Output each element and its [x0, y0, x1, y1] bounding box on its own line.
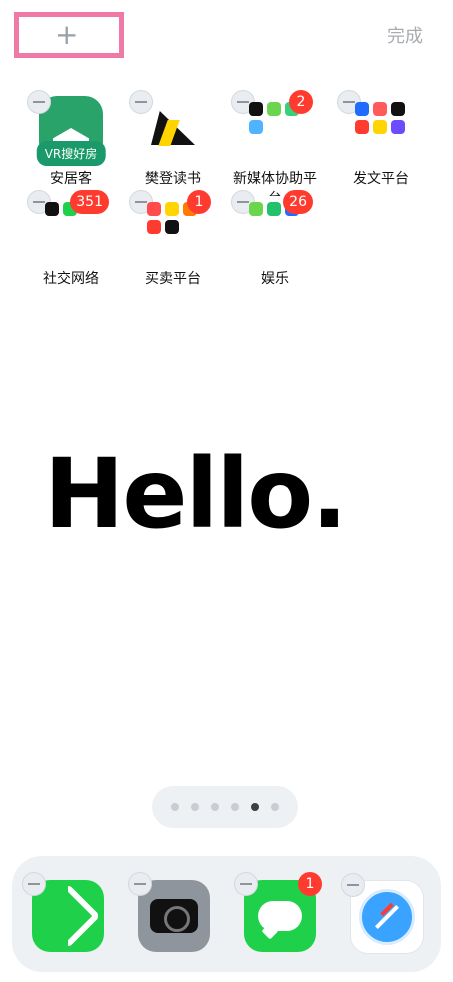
- app-mini-icon: [63, 238, 77, 252]
- app-mini-icon: [249, 120, 263, 134]
- folder-icon: [337, 90, 413, 160]
- page-dot: [211, 803, 219, 811]
- done-button[interactable]: 完成: [387, 22, 423, 48]
- camera-icon: [150, 899, 198, 933]
- folder-social[interactable]: 351 社交网络: [26, 190, 116, 288]
- notification-badge: 26: [283, 190, 313, 214]
- page-dot: [271, 803, 279, 811]
- phone-icon: [35, 883, 101, 949]
- app-mini-icon: [267, 202, 281, 216]
- page-dot: [171, 803, 179, 811]
- app-mini-icon: [183, 220, 197, 234]
- app-mini-icon: [373, 138, 387, 152]
- app-fandeng[interactable]: 樊登读书: [128, 90, 218, 188]
- app-mini-icon: [373, 120, 387, 134]
- anjuke-icon: VR搜好房: [27, 90, 106, 166]
- remove-app-button[interactable]: [27, 90, 51, 114]
- app-label: 社交网络: [43, 271, 99, 287]
- app-mini-icon: [45, 238, 59, 252]
- app-mini-icon: [165, 238, 179, 252]
- plus-icon: +: [55, 18, 79, 51]
- app-mini-icon: [81, 238, 95, 252]
- app-mini-icon: [63, 220, 77, 234]
- page-dot: [231, 803, 239, 811]
- folder-trading[interactable]: 1 买卖平台: [128, 190, 218, 288]
- app-mini-icon: [285, 238, 299, 252]
- folder-preview-grid: [355, 102, 407, 154]
- folder-publish[interactable]: 发文平台: [336, 90, 426, 188]
- app-mini-icon: [165, 220, 179, 234]
- app-mini-icon: [249, 238, 263, 252]
- app-mini-icon: [355, 120, 369, 134]
- app-mini-icon: [249, 138, 263, 152]
- app-mini-icon: [391, 138, 405, 152]
- page-indicator[interactable]: [152, 786, 298, 828]
- app-label: 买卖平台: [145, 271, 201, 287]
- app-mini-icon: [355, 138, 369, 152]
- app-mini-icon: [267, 220, 281, 234]
- notification-badge: 2: [289, 90, 313, 114]
- remove-app-button[interactable]: [128, 872, 152, 896]
- remove-app-button[interactable]: [22, 872, 46, 896]
- messages-icon: [258, 901, 302, 931]
- app-mini-icon: [267, 102, 281, 116]
- app-mini-icon: [285, 138, 299, 152]
- wallpaper-hello-text: Hello.: [44, 438, 348, 550]
- notification-badge: 1: [187, 190, 211, 214]
- app-mini-icon: [355, 102, 369, 116]
- notification-badge: 351: [70, 190, 109, 214]
- add-widget-button[interactable]: +: [14, 12, 124, 58]
- app-mini-icon: [267, 238, 281, 252]
- folder-icon: 1: [129, 190, 211, 260]
- app-mini-icon: [45, 202, 59, 216]
- app-mini-icon: [147, 202, 161, 216]
- app-mini-icon: [249, 220, 263, 234]
- app-mini-icon: [267, 138, 281, 152]
- app-anjuke[interactable]: VR搜好房 安居客: [26, 90, 116, 188]
- safari-icon: [359, 889, 415, 945]
- folder-entertainment[interactable]: 26 娱乐: [230, 190, 320, 288]
- page-dot: [191, 803, 199, 811]
- app-mini-icon: [267, 120, 281, 134]
- app-label: 安居客: [50, 171, 92, 187]
- app-mini-icon: [249, 102, 263, 116]
- app-mini-icon: [249, 202, 263, 216]
- folder-icon: 26: [231, 190, 313, 260]
- app-label: 樊登读书: [145, 171, 201, 187]
- dock-safari[interactable]: [341, 873, 424, 954]
- dock-phone[interactable]: [22, 872, 104, 952]
- app-mini-icon: [165, 202, 179, 216]
- app-mini-icon: [391, 102, 405, 116]
- remove-app-button[interactable]: [129, 90, 153, 114]
- app-mini-icon: [285, 120, 299, 134]
- app-mini-icon: [45, 220, 59, 234]
- app-label: 娱乐: [261, 271, 289, 287]
- folder-icon: 351: [27, 190, 109, 260]
- app-mini-icon: [183, 238, 197, 252]
- app-mini-icon: [373, 102, 387, 116]
- app-mini-icon: [147, 238, 161, 252]
- folder-icon: 2: [231, 90, 313, 160]
- dock-messages[interactable]: 1: [234, 872, 322, 952]
- remove-app-button[interactable]: [234, 872, 258, 896]
- notification-badge: 1: [298, 872, 322, 896]
- app-mini-icon: [285, 220, 299, 234]
- page-dot-active: [251, 803, 259, 811]
- app-mini-icon: [391, 120, 405, 134]
- dock: 1: [12, 856, 441, 972]
- fandeng-icon: [129, 90, 205, 160]
- app-mini-icon: [147, 220, 161, 234]
- app-label: 发文平台: [353, 171, 409, 187]
- app-mini-icon: [81, 220, 95, 234]
- anjuke-subtext: VR搜好房: [36, 141, 106, 166]
- camera-lens: [164, 906, 190, 932]
- dock-camera[interactable]: [128, 872, 210, 952]
- remove-app-button[interactable]: [341, 873, 365, 897]
